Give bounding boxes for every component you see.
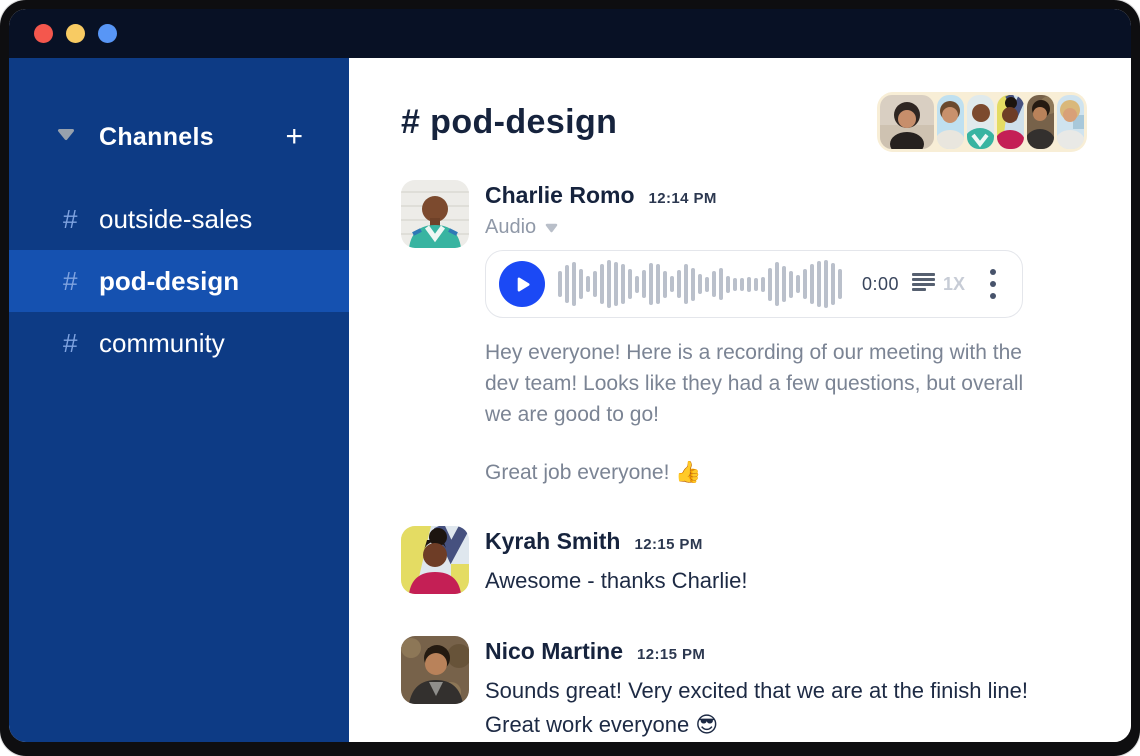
- member-avatar: [1057, 95, 1084, 149]
- message-text: Awesome - thanks Charlie!: [485, 564, 748, 598]
- message-timestamp: 12:15 PM: [637, 646, 705, 663]
- sidebar-item-pod-design[interactable]: # pod-design: [9, 250, 349, 312]
- hash-icon: #: [63, 328, 87, 359]
- avatar-nico-martine[interactable]: [401, 636, 469, 704]
- message-nico: Nico Martine 12:15 PM Sounds great! Very…: [401, 636, 1087, 742]
- zoom-window-button[interactable]: [98, 24, 117, 43]
- author-name[interactable]: Nico Martine: [485, 638, 623, 665]
- member-avatar: [967, 95, 994, 149]
- channels-section-header: Channels +: [9, 122, 349, 152]
- member-avatar: [880, 95, 934, 149]
- avatar-kyrah-smith[interactable]: [401, 526, 469, 594]
- more-options-kebab-icon[interactable]: [986, 265, 1000, 303]
- message-list: Charlie Romo 12:14 PM Audio: [401, 180, 1087, 742]
- sidebar-item-community[interactable]: # community: [9, 312, 349, 374]
- chevron-down-icon: [545, 216, 558, 239]
- audio-waveform[interactable]: [558, 259, 842, 309]
- avatar-charlie-romo[interactable]: [401, 180, 469, 248]
- app-window: Channels + # outside-sales # pod-design …: [0, 0, 1140, 756]
- hash-icon: #: [63, 204, 87, 235]
- message-kyrah: Kyrah Smith 12:15 PM Awesome - thanks Ch…: [401, 526, 1087, 598]
- play-button[interactable]: [499, 261, 545, 307]
- hash-icon: #: [63, 266, 87, 297]
- message-timestamp: 12:15 PM: [634, 536, 702, 553]
- channels-section-title: Channels: [99, 123, 214, 152]
- close-window-button[interactable]: [34, 24, 53, 43]
- author-name[interactable]: Kyrah Smith: [485, 528, 620, 555]
- message-text: Sounds great! Very excited that we are a…: [485, 674, 1060, 742]
- speed-lines-icon: [912, 273, 935, 296]
- channel-members-avatars[interactable]: [877, 92, 1087, 152]
- playback-speed-control[interactable]: 1X: [912, 273, 965, 296]
- member-avatar: [937, 95, 964, 149]
- speed-label: 1X: [943, 274, 965, 295]
- chevron-down-icon[interactable]: [57, 128, 75, 146]
- message-charlie: Charlie Romo 12:14 PM Audio: [401, 180, 1087, 488]
- add-channel-button[interactable]: +: [285, 122, 303, 152]
- channel-header: # pod-design: [401, 92, 1087, 152]
- author-name[interactable]: Charlie Romo: [485, 182, 635, 209]
- attachment-type-dropdown[interactable]: Audio: [485, 216, 558, 239]
- channel-sidebar: Channels + # outside-sales # pod-design …: [9, 58, 349, 742]
- window-inner: Channels + # outside-sales # pod-design …: [9, 9, 1131, 742]
- window-titlebar: [9, 9, 1131, 58]
- message-timestamp: 12:14 PM: [649, 190, 717, 207]
- page-title: # pod-design: [401, 103, 617, 142]
- channel-main-pane: # pod-design: [349, 58, 1131, 742]
- message-text: Hey everyone! Here is a recording of our…: [485, 337, 1041, 430]
- sidebar-item-outside-sales[interactable]: # outside-sales: [9, 188, 349, 250]
- minimize-window-button[interactable]: [66, 24, 85, 43]
- message-text: Great job everyone! 👍: [485, 457, 1041, 488]
- audio-player: 0:00 1X: [485, 250, 1023, 318]
- member-avatar: [1027, 95, 1054, 149]
- member-avatar: [997, 95, 1024, 149]
- elapsed-time: 0:00: [862, 274, 899, 295]
- channel-list: # outside-sales # pod-design # community: [9, 188, 349, 374]
